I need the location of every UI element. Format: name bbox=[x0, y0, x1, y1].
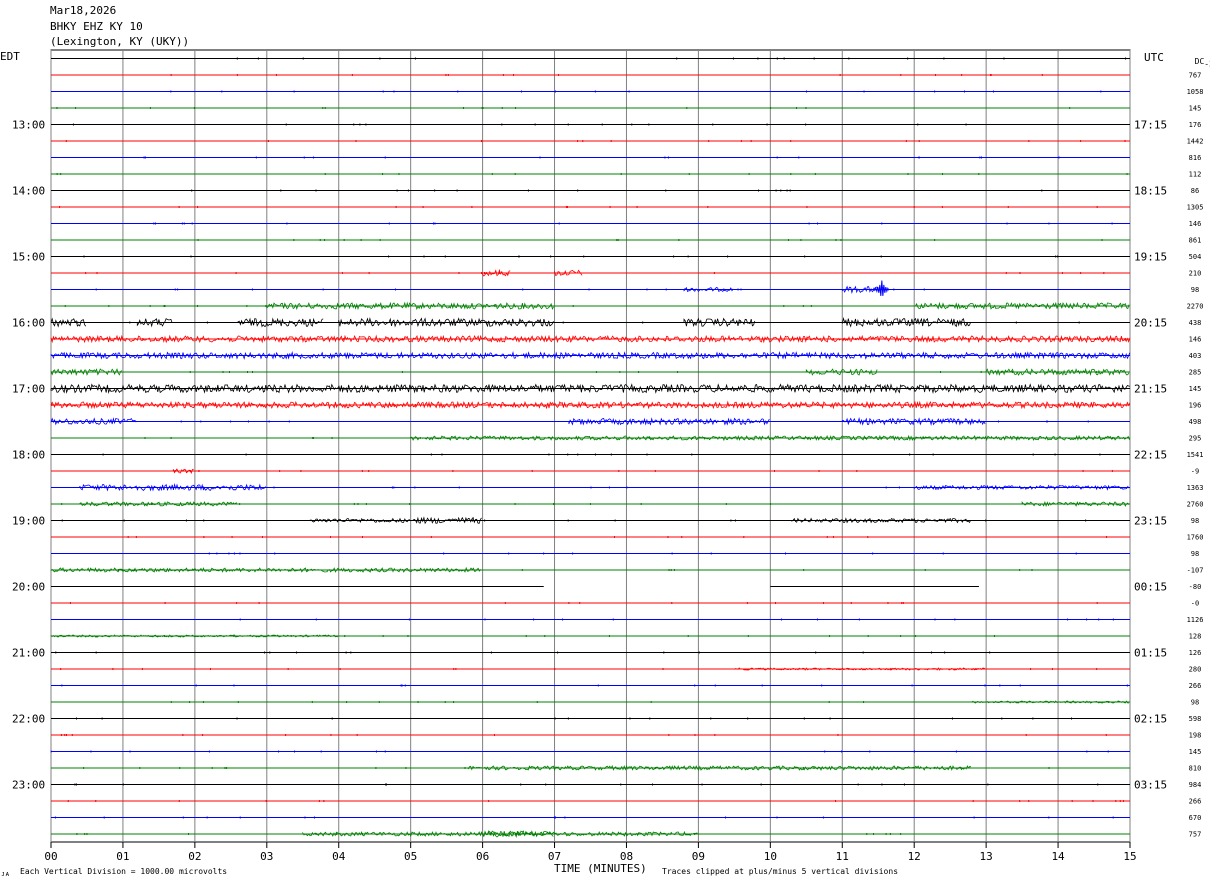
right-hour-label: 18:15 bbox=[1134, 185, 1167, 198]
dc-offset-label: 176 bbox=[1189, 121, 1202, 129]
trace-activity bbox=[1021, 500, 1130, 508]
dc-offset-label: 1126 bbox=[1187, 616, 1204, 624]
dc-offset-label: 984 bbox=[1189, 781, 1202, 789]
left-hour-label: 18:00 bbox=[12, 449, 45, 462]
dc-offset-label: 146 bbox=[1189, 336, 1202, 344]
left-hour-label: 19:00 bbox=[12, 515, 45, 528]
dc-offset-label: -0 bbox=[1191, 600, 1199, 608]
scale-note: Each Vertical Division = 1000.00 microvo… bbox=[20, 867, 228, 876]
x-tick-label: 15 bbox=[1123, 850, 1136, 863]
x-tick-label: 11 bbox=[836, 850, 849, 863]
dc-offset-label: 1541 bbox=[1187, 451, 1204, 459]
right-hour-label: 22:15 bbox=[1134, 449, 1167, 462]
dc-offset-label: 403 bbox=[1189, 352, 1202, 360]
left-hour-label: 23:00 bbox=[12, 779, 45, 792]
x-axis-label: TIME (MINUTES) bbox=[554, 862, 647, 875]
dc-offset-label: 1760 bbox=[1187, 534, 1204, 542]
clip-note: Traces clipped at plus/minus 5 vertical … bbox=[662, 867, 899, 876]
right-hour-label: 03:15 bbox=[1134, 779, 1167, 792]
dc-offset-label: 1442 bbox=[1187, 138, 1204, 146]
dc-offset-label: 145 bbox=[1189, 748, 1202, 756]
x-tick-label: 10 bbox=[764, 850, 777, 863]
x-tick-label: 00 bbox=[44, 850, 57, 863]
dc-offset-label: 98 bbox=[1191, 286, 1199, 294]
dc-offset-label: 126 bbox=[1189, 649, 1202, 657]
x-tick-label: 13 bbox=[980, 850, 993, 863]
dc-offset-label: 266 bbox=[1189, 682, 1202, 690]
right-hour-label: 19:15 bbox=[1134, 251, 1167, 264]
left-hour-label: 22:00 bbox=[12, 713, 45, 726]
x-tick-label: 12 bbox=[908, 850, 921, 863]
dc-offset-label: 98 bbox=[1191, 699, 1199, 707]
dc-offset-label: 198 bbox=[1189, 732, 1202, 740]
dc-offset-label: 145 bbox=[1189, 385, 1202, 393]
plot-frame bbox=[50, 49, 1131, 843]
left-hour-label: 15:00 bbox=[12, 251, 45, 264]
x-tick-label: 02 bbox=[188, 850, 201, 863]
dc-offset-label: 266 bbox=[1189, 798, 1202, 806]
right-hour-label: 20:15 bbox=[1134, 317, 1167, 330]
corner-mark: ᴊᴀ bbox=[1, 870, 10, 878]
dc-offset-label: 1058 bbox=[1187, 88, 1204, 96]
dc-offset-label: 196 bbox=[1189, 402, 1202, 410]
dc-offset-label: 670 bbox=[1189, 814, 1202, 822]
left-hour-label: 17:00 bbox=[12, 383, 45, 396]
dc-offset-label: 504 bbox=[1189, 253, 1202, 261]
left-hour-label: 14:00 bbox=[12, 185, 45, 198]
trace-event-spike bbox=[873, 280, 890, 296]
seismogram-chart: 00 01 02 03 04 05 06 07 08 09 10 11 12 13 14 1576710581… bbox=[12, 49, 1204, 863]
dc-offset-label: -107 bbox=[1187, 567, 1204, 575]
dc-offset-label: 285 bbox=[1189, 369, 1202, 377]
x-tick-label: 01 bbox=[116, 850, 129, 863]
x-tick-label: 03 bbox=[260, 850, 273, 863]
dc-offset-label: 210 bbox=[1189, 270, 1202, 278]
dc-offset-label: 498 bbox=[1189, 418, 1202, 426]
trace-activity bbox=[971, 700, 1129, 704]
dc-offset-label: 438 bbox=[1189, 319, 1202, 327]
dc-offset-label: 98 bbox=[1191, 550, 1199, 558]
dc-offset-label: 2760 bbox=[1187, 501, 1204, 509]
dc-offset-label: 1305 bbox=[1187, 204, 1204, 212]
dc-offset-label: 810 bbox=[1189, 765, 1202, 773]
left-hour-label: 16:00 bbox=[12, 317, 45, 330]
right-hour-label: 21:15 bbox=[1134, 383, 1167, 396]
right-hour-label: 17:15 bbox=[1134, 119, 1167, 132]
left-hour-label: 21:00 bbox=[12, 647, 45, 660]
x-tick-label: 06 bbox=[476, 850, 489, 863]
right-hour-label: 02:15 bbox=[1134, 713, 1167, 726]
dc-offset-label: 112 bbox=[1189, 171, 1202, 179]
dc-offset-label: 280 bbox=[1189, 666, 1202, 674]
dc-offset-label: 767 bbox=[1189, 72, 1202, 80]
x-tick-label: 04 bbox=[332, 850, 346, 863]
dc-offset-label: 128 bbox=[1189, 633, 1202, 641]
dc-offset-label: 861 bbox=[1189, 237, 1202, 245]
dc-offset-label: 98 bbox=[1191, 517, 1199, 525]
right-hour-label: 01:15 bbox=[1134, 647, 1167, 660]
dc-offset-label: 295 bbox=[1189, 435, 1202, 443]
x-tick-label: 14 bbox=[1051, 850, 1065, 863]
x-tick-label: 09 bbox=[692, 850, 705, 863]
trace-activity bbox=[309, 517, 410, 524]
dc-offset-label: 816 bbox=[1189, 154, 1202, 162]
dc-offset-label: 145 bbox=[1189, 105, 1202, 113]
dc-offset-label: 2270 bbox=[1187, 303, 1204, 311]
dc-offset-label: -9 bbox=[1191, 468, 1199, 476]
right-hour-label: 23:15 bbox=[1134, 515, 1167, 528]
dc-offset-label: 1363 bbox=[1187, 484, 1204, 492]
x-tick-label: 05 bbox=[404, 850, 417, 863]
left-hour-label: 13:00 bbox=[12, 119, 45, 132]
dc-offset-label: 757 bbox=[1189, 831, 1202, 839]
dc-offset-label: 598 bbox=[1189, 715, 1202, 723]
left-hour-label: 20:00 bbox=[12, 581, 45, 594]
dc-offset-label: 146 bbox=[1189, 220, 1202, 228]
trace-activity bbox=[841, 417, 986, 426]
dc-offset-label: 86 bbox=[1191, 187, 1199, 195]
right-hour-label: 00:15 bbox=[1134, 581, 1167, 594]
trace-activity bbox=[50, 383, 1130, 395]
dc-offset-label: -80 bbox=[1189, 583, 1202, 591]
trace-activity bbox=[237, 317, 324, 328]
